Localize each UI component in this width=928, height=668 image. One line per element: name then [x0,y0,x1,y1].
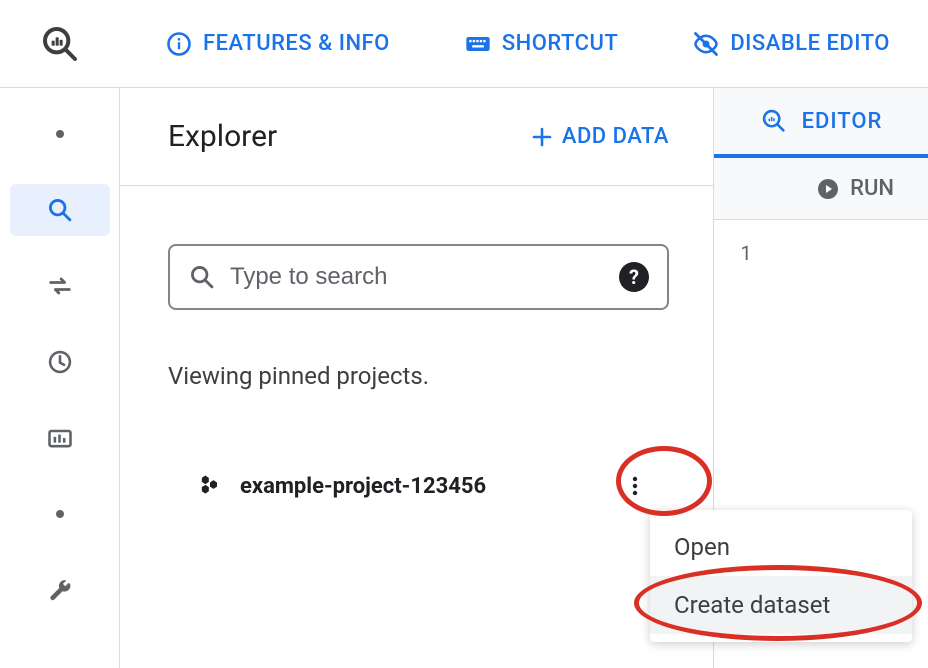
search-box[interactable]: ? [168,244,669,310]
search-icon [188,263,216,291]
product-logo[interactable] [0,0,120,87]
rail-item-dot-2[interactable] [10,488,110,540]
shortcut-label: SHORTCUT [502,31,618,56]
editor-tab[interactable]: EDITOR [714,88,928,158]
project-context-menu: Open Create dataset [650,510,912,642]
project-actions-button[interactable] [611,462,659,510]
explorer-panel: Explorer ADD DATA ? Viewing pinned proje… [120,88,714,668]
rail-item-settings[interactable] [10,564,110,616]
add-data-label: ADD DATA [562,124,669,149]
explorer-body: ? Viewing pinned projects. example-proje… [120,186,713,510]
disable-editor-button[interactable]: DISABLE EDITO [692,30,890,58]
features-info-button[interactable]: FEATURES & INFO [165,30,390,58]
viewing-pinned-text: Viewing pinned projects. [168,362,669,390]
rail-item-resources[interactable] [10,412,110,464]
editor-tab-label: EDITOR [802,109,883,134]
menu-item-open[interactable]: Open [650,518,912,576]
visibility-off-icon [692,30,720,58]
plus-icon [530,125,554,149]
swap-horiz-icon [46,272,74,300]
more-vert-icon [623,474,647,498]
search-help-icon[interactable]: ? [619,262,649,292]
shortcut-button[interactable]: SHORTCUT [464,30,618,58]
clock-icon [46,348,74,376]
bigquery-small-icon [760,107,788,135]
rail-item-dot-1[interactable] [10,108,110,160]
top-toolbar: FEATURES & INFO SHORTCUT DISABLE EDITO [0,0,928,88]
top-actions: FEATURES & INFO SHORTCUT DISABLE EDITO [120,30,928,58]
add-data-button[interactable]: ADD DATA [530,124,669,149]
project-name: example-project-123456 [240,474,611,499]
rail-item-transfers[interactable] [10,260,110,312]
bigquery-logo-icon [40,24,80,64]
play-icon [816,177,840,201]
wrench-icon [46,576,74,604]
run-bar: RUN [714,158,928,220]
explorer-title: Explorer [168,119,277,154]
info-icon [165,30,193,58]
dashboard-icon [46,424,74,452]
rail-item-search[interactable] [10,184,110,236]
keyboard-icon [464,30,492,58]
menu-item-create-dataset[interactable]: Create dataset [650,576,912,634]
search-icon [46,196,74,224]
project-icon [196,472,224,500]
search-input[interactable] [230,263,605,291]
run-button[interactable]: RUN [850,176,894,201]
dot-icon [55,129,65,139]
project-row[interactable]: example-project-123456 [168,462,669,510]
explorer-header: Explorer ADD DATA [120,88,713,186]
rail-item-history[interactable] [10,336,110,388]
line-number: 1 [740,240,752,266]
disable-editor-label: DISABLE EDITO [730,31,890,56]
features-info-label: FEATURES & INFO [203,31,390,56]
left-nav-rail [0,88,120,668]
dot-icon [55,509,65,519]
